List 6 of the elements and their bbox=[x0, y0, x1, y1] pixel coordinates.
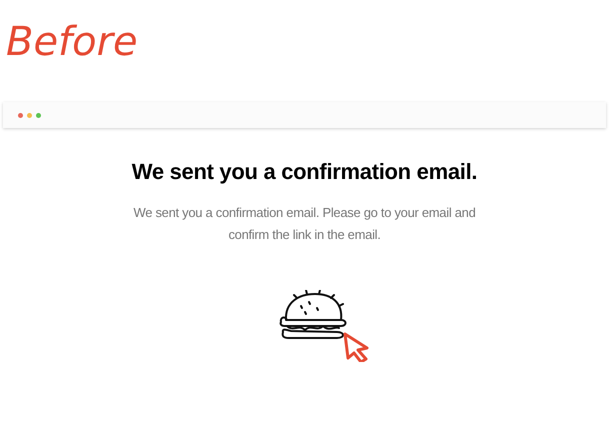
before-label: Before bbox=[6, 18, 138, 66]
window-control-dot[interactable] bbox=[18, 112, 23, 118]
window-control-dot[interactable] bbox=[36, 112, 41, 118]
window-control-dot[interactable] bbox=[27, 112, 32, 118]
message-text: We sent you a confirmation email. Please go to your email and confirm the link in the email. bbox=[132, 204, 477, 244]
page-heading: We sent you a confirmation email. bbox=[132, 158, 478, 186]
